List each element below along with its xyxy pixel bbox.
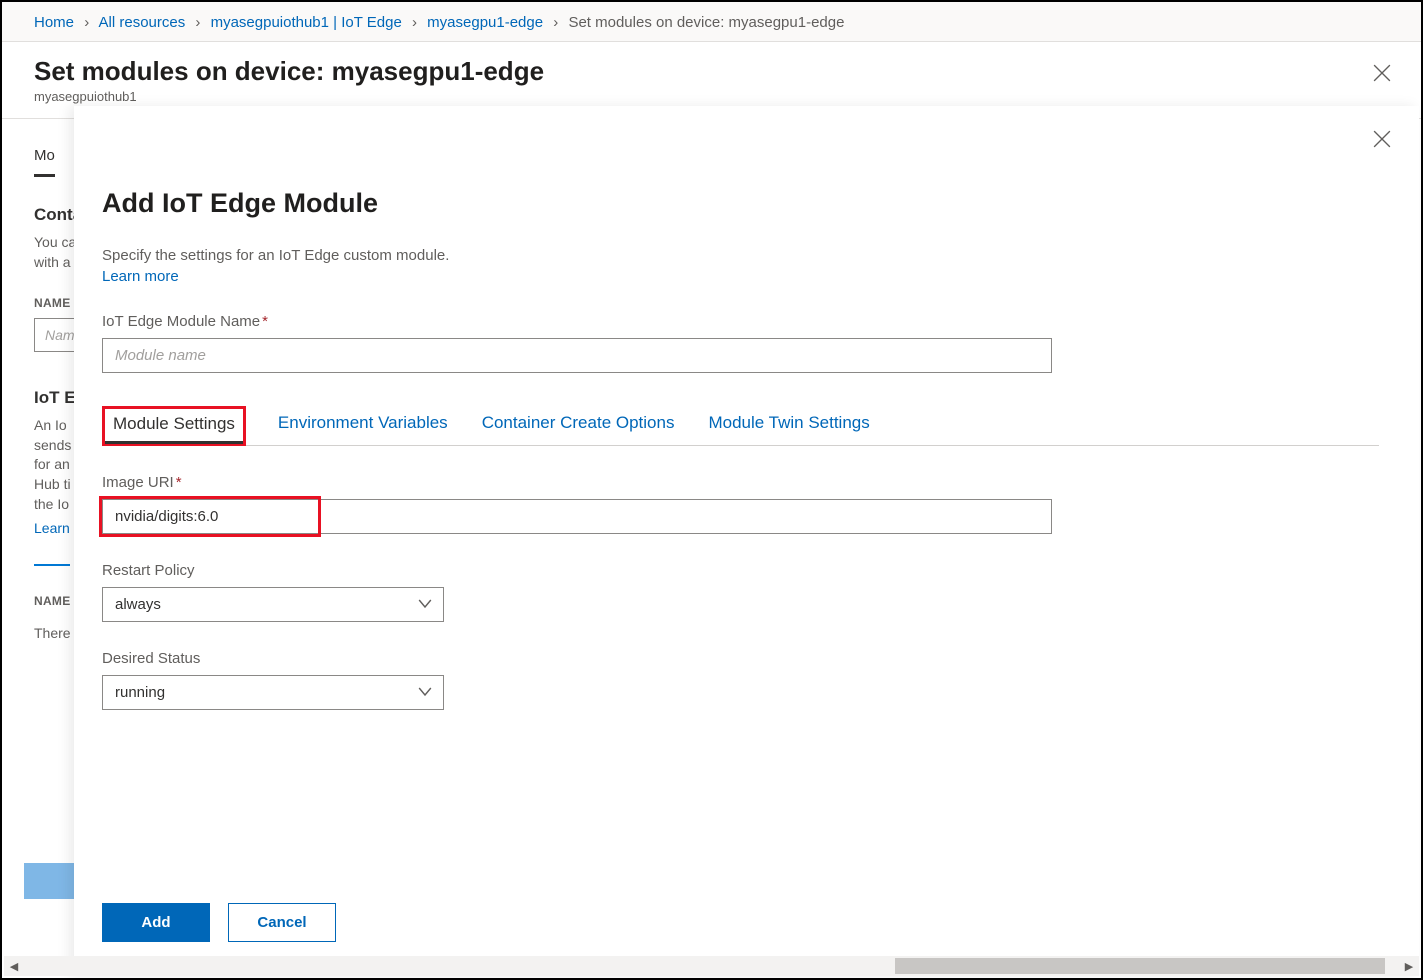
page-title: Set modules on device: myasegpu1-edge (34, 56, 1389, 87)
tab-env-variables[interactable]: Environment Variables (276, 403, 450, 445)
panel-title: Add IoT Edge Module (102, 188, 1379, 219)
module-name-label: IoT Edge Module Name* (102, 313, 1379, 330)
close-icon[interactable] (1373, 64, 1393, 84)
tab-module-twin[interactable]: Module Twin Settings (706, 403, 871, 445)
restart-policy-select[interactable]: always (102, 587, 444, 622)
chevron-right-icon: › (412, 14, 417, 31)
tab-module-settings[interactable]: Module Settings (102, 406, 246, 446)
bg-tab-modules[interactable]: Mo (34, 137, 55, 177)
page-subtitle: myasegpuiothub1 (34, 89, 1389, 104)
close-icon[interactable] (1373, 130, 1391, 151)
scrollbar-track[interactable] (24, 956, 1399, 976)
breadcrumb-current: Set modules on device: myasegpu1-edge (568, 14, 844, 31)
desired-status-value: running (102, 675, 444, 710)
panel-description: Specify the settings for an IoT Edge cus… (102, 247, 1379, 264)
desired-status-select[interactable]: running (102, 675, 444, 710)
chevron-right-icon: › (84, 14, 89, 31)
add-button[interactable]: Add (102, 903, 210, 942)
cancel-button[interactable]: Cancel (228, 903, 336, 942)
learn-more-link[interactable]: Learn more (102, 268, 179, 285)
horizontal-scrollbar[interactable]: ◀ ▶ (4, 956, 1419, 976)
panel-footer: Add Cancel (102, 903, 336, 942)
image-uri-input[interactable] (102, 499, 1052, 534)
chevron-right-icon: › (195, 14, 200, 31)
breadcrumb-all-resources[interactable]: All resources (99, 14, 186, 31)
breadcrumb-hub[interactable]: myasegpuiothub1 | IoT Edge (211, 14, 402, 31)
scroll-right-icon[interactable]: ▶ (1399, 960, 1419, 973)
tab-container-create[interactable]: Container Create Options (480, 403, 677, 445)
image-uri-label: Image URI* (102, 474, 1379, 491)
bg-learn-link[interactable]: Learn (34, 520, 70, 536)
scroll-left-icon[interactable]: ◀ (4, 960, 24, 973)
breadcrumb-home[interactable]: Home (34, 14, 74, 31)
add-module-panel: Add IoT Edge Module Specify the settings… (74, 106, 1419, 976)
restart-policy-label: Restart Policy (102, 562, 1379, 579)
breadcrumb: Home › All resources › myasegpuiothub1 |… (2, 2, 1421, 42)
desired-status-label: Desired Status (102, 650, 1379, 667)
tabs: Module Settings Environment Variables Co… (102, 403, 1379, 446)
module-name-input[interactable] (102, 338, 1052, 373)
scrollbar-thumb[interactable] (895, 958, 1385, 974)
restart-policy-value: always (102, 587, 444, 622)
chevron-right-icon: › (553, 14, 558, 31)
bg-primary-button[interactable] (24, 863, 74, 899)
breadcrumb-edge[interactable]: myasegpu1-edge (427, 14, 543, 31)
